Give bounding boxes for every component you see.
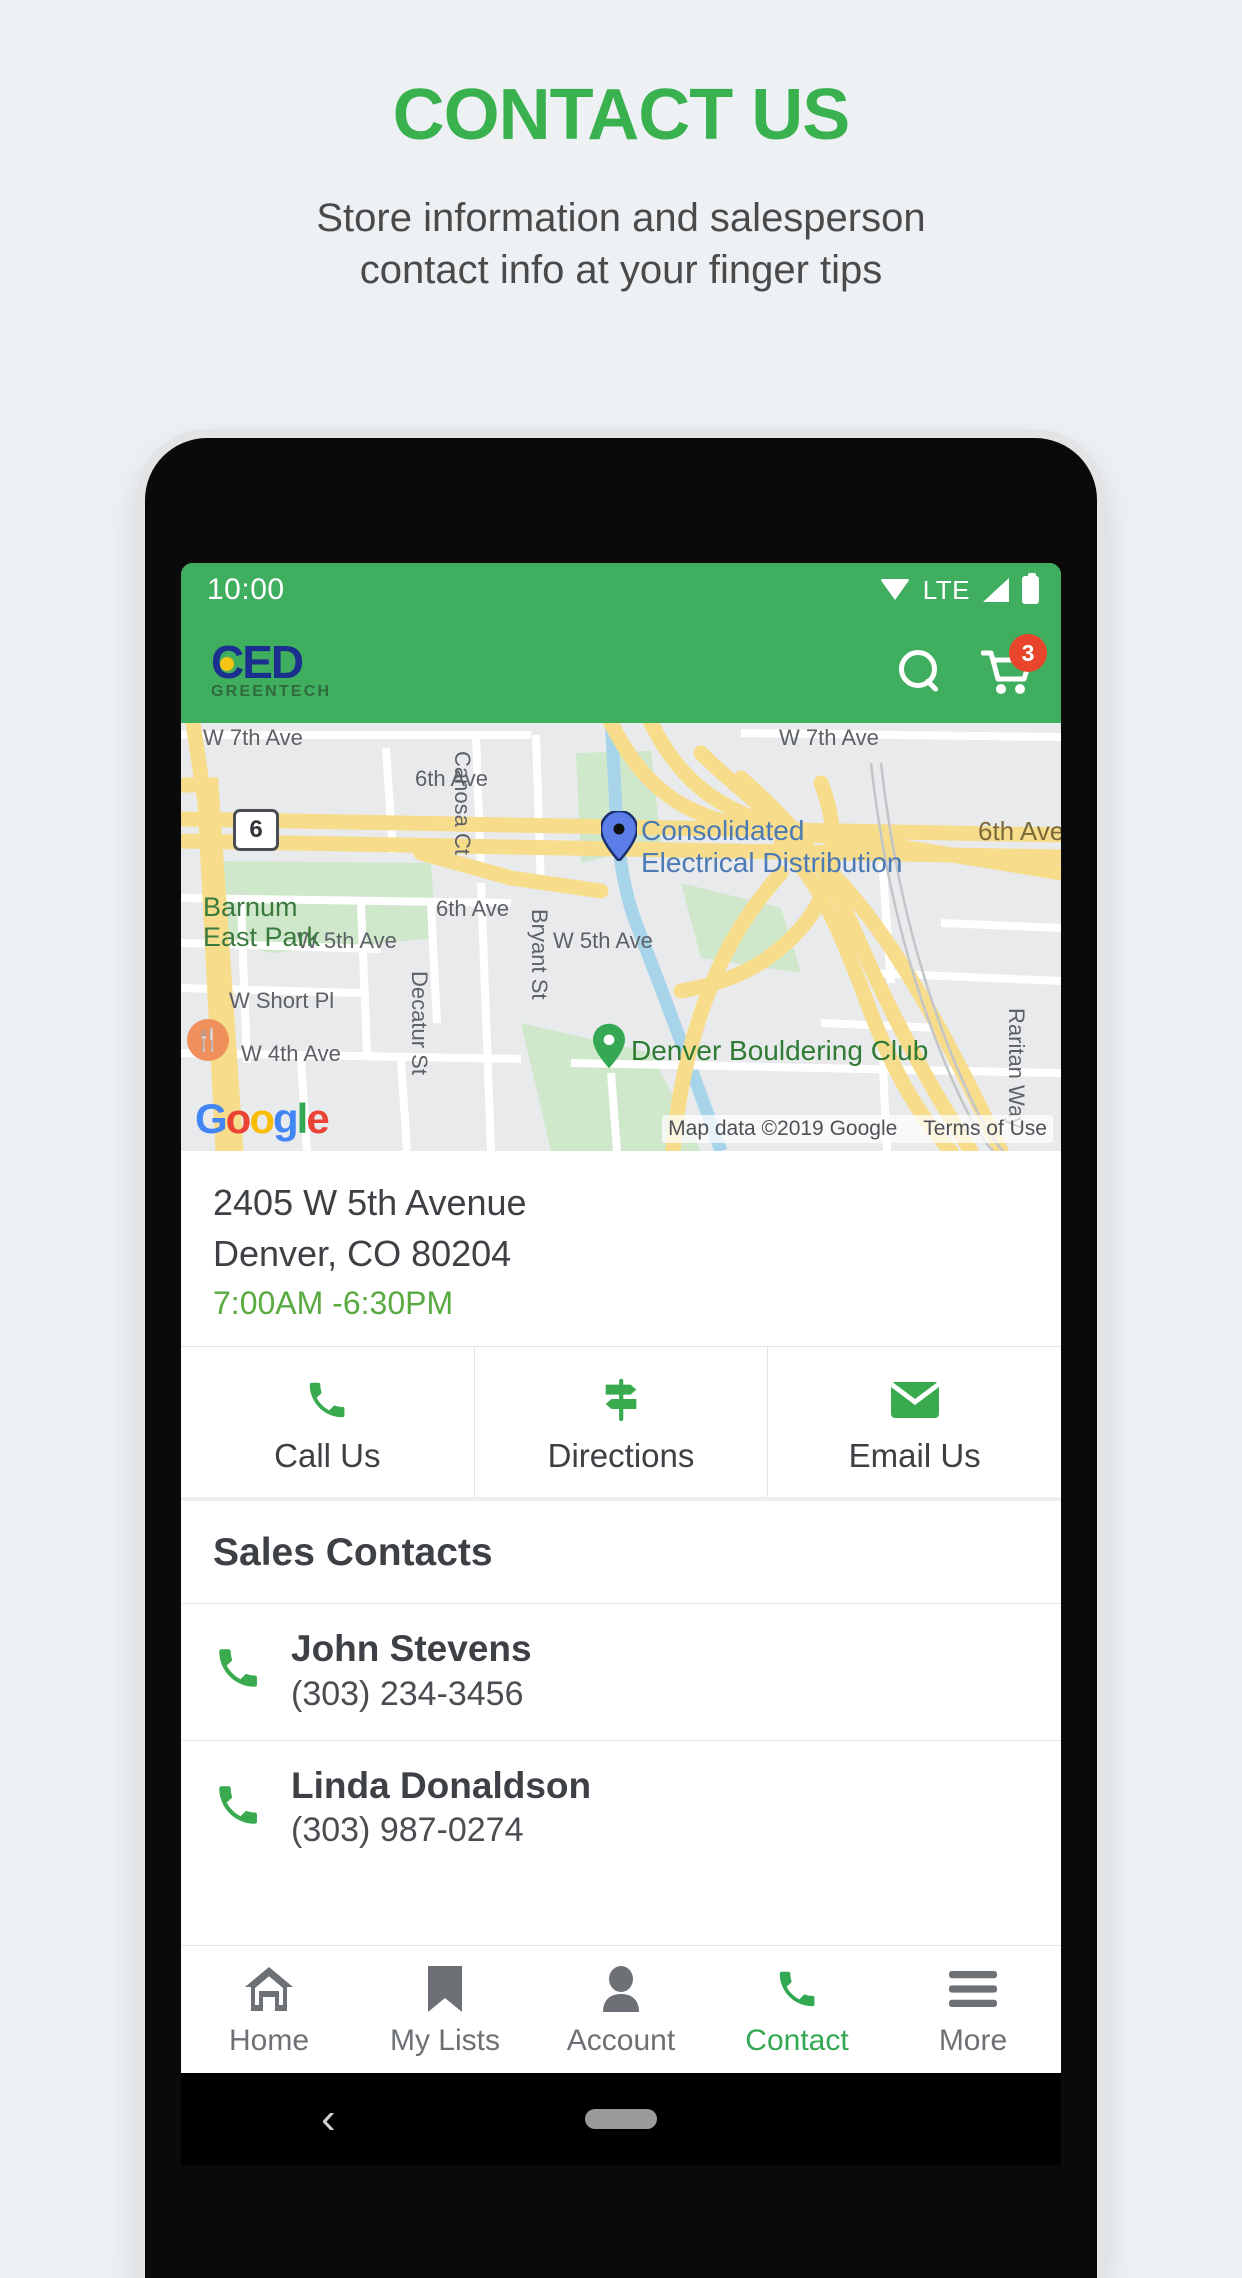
search-icon[interactable]	[897, 648, 941, 692]
directions-label: Directions	[547, 1437, 695, 1475]
app-bar: CED GREENTECH 3	[181, 617, 1061, 723]
status-bar: 10:00 LTE	[181, 563, 1061, 617]
contact-name: John Stevens	[291, 1628, 532, 1670]
address-line-1: 2405 W 5th Avenue	[213, 1182, 527, 1223]
map-pin-secondary-label: Denver Bouldering Club	[631, 1035, 929, 1066]
map-data-credit: Map data ©2019 Google	[668, 1117, 898, 1140]
person-icon	[533, 1962, 709, 2016]
contact-list-item[interactable]: Linda Donaldson (303) 987-0274	[181, 1739, 1061, 1877]
map-street-label: Raritan Way	[1004, 1008, 1029, 1129]
google-logo: Google	[195, 1095, 330, 1142]
signpost-icon	[475, 1373, 768, 1427]
phone-icon	[181, 1373, 474, 1427]
phone-icon	[213, 1643, 265, 1698]
page-title: CONTACT US	[392, 75, 851, 155]
highway-shield-icon: 6	[233, 809, 279, 851]
highway-shield-number: 6	[249, 816, 263, 843]
directions-button[interactable]: Directions	[475, 1347, 769, 1498]
bookmark-icon	[357, 1962, 533, 2016]
park-label-line-2: East Park	[203, 921, 321, 952]
map-view[interactable]: W 7th Ave W 7th Ave Canosa Ct 6th Ave 6t…	[181, 723, 1061, 1151]
map-park-label: Barnum East Park	[203, 892, 321, 952]
promo-header: CONTACT US Store information and salespe…	[0, 0, 1242, 296]
park-label-line-1: Barnum	[203, 892, 298, 922]
nav-item-my-lists[interactable]: My Lists	[357, 1962, 533, 2058]
logo-dot-icon	[220, 657, 234, 671]
home-pill-icon[interactable]	[585, 2109, 657, 2129]
map-street-label: 6th Ave	[978, 816, 1061, 846]
call-us-button[interactable]: Call Us	[181, 1347, 475, 1498]
map-street-label: Bryant St	[527, 909, 552, 1000]
back-chevron-icon[interactable]: ‹	[321, 2097, 336, 2141]
nav-item-home[interactable]: Home	[181, 1962, 357, 2058]
status-icons: LTE	[879, 573, 1039, 606]
signal-icon	[983, 578, 1009, 602]
contact-name: Linda Donaldson	[291, 1764, 592, 1806]
status-clock: 10:00	[207, 573, 285, 606]
subtitle-line-2: contact info at your finger tips	[359, 247, 883, 292]
page-subtitle: Store information and salesperson contac…	[0, 192, 1242, 296]
map-street-label: 6th Ave	[415, 766, 488, 791]
map-street-label: W 7th Ave	[779, 725, 879, 750]
network-type-label: LTE	[922, 574, 970, 605]
wifi-icon	[879, 579, 910, 601]
subtitle-line-1: Store information and salesperson	[316, 195, 926, 240]
store-hours: 7:00AM -6:30PM	[213, 1285, 454, 1322]
store-address-block: 2405 W 5th Avenue Denver, CO 80204 7:00A…	[181, 1151, 1061, 1346]
phone-icon	[213, 1780, 265, 1835]
nav-label-home: Home	[228, 2023, 310, 2057]
contact-list-item[interactable]: John Stevens (303) 234-3456	[181, 1603, 1061, 1740]
phone-icon	[709, 1962, 885, 2016]
map-street-label: W Short Pl	[229, 988, 335, 1013]
call-us-label: Call Us	[274, 1437, 381, 1475]
nav-label-more: More	[938, 2023, 1008, 2057]
phone-mockup: 10:00 LTE CED GREENTECH 3 W 7th Ave W 7t…	[145, 438, 1097, 2278]
nav-label-contact: Contact	[745, 2023, 849, 2057]
cart-badge-count: 3	[1009, 634, 1047, 672]
sales-contacts-heading: Sales Contacts	[213, 1531, 493, 1575]
envelope-icon	[768, 1373, 1061, 1427]
poi-label-line-2: Electrical Distribution	[641, 847, 903, 879]
terms-of-use-link[interactable]: Terms of Use	[923, 1117, 1047, 1141]
bottom-navigation: Home My Lists Account Contact More	[181, 1945, 1061, 2073]
contact-details: John Stevens (303) 234-3456	[291, 1628, 532, 1714]
address-line-2: Denver, CO 80204	[213, 1233, 512, 1275]
nav-label-account: Account	[566, 2023, 676, 2057]
quick-actions-row: Call Us Directions Email Us	[181, 1346, 1061, 1502]
poi-label-line-1: Consolidated	[641, 815, 805, 846]
email-us-button[interactable]: Email Us	[768, 1347, 1061, 1497]
nav-item-contact[interactable]: Contact	[709, 1962, 885, 2058]
nav-item-account[interactable]: Account	[533, 1962, 709, 2058]
hamburger-menu-icon	[885, 1962, 1061, 2016]
map-street-label: W 5th Ave	[553, 928, 653, 953]
map-pin-primary-icon[interactable]	[599, 809, 639, 863]
map-street-label: W 7th Ave	[203, 725, 303, 750]
contact-phone: (303) 234-3456	[291, 1674, 524, 1713]
map-attribution: Map data ©2019 Google Terms of Use	[662, 1115, 1053, 1143]
cart-button[interactable]: 3	[980, 634, 1047, 694]
map-street-label: W 4th Ave	[241, 1041, 341, 1066]
map-street-label: 6th Ave	[436, 896, 509, 921]
contact-details: Linda Donaldson (303) 987-0274	[291, 1765, 591, 1851]
battery-icon	[1022, 573, 1039, 604]
nav-label-my-lists: My Lists	[389, 2023, 500, 2057]
home-icon	[181, 1962, 357, 2016]
restaurant-poi-icon: 🍴	[187, 1019, 229, 1061]
app-bar-actions: 3	[897, 634, 1047, 694]
map-pin-primary-label: Consolidated Electrical Distribution	[641, 815, 902, 879]
nav-item-more[interactable]: More	[885, 1962, 1061, 2058]
app-logo[interactable]: CED GREENTECH	[211, 639, 361, 701]
map-street-label: Decatur St	[407, 971, 432, 1075]
phone-screen: 10:00 LTE CED GREENTECH 3 W 7th Ave W 7t…	[181, 563, 1061, 2073]
android-system-nav: ‹	[181, 2073, 1061, 2165]
map-pin-secondary-icon[interactable]	[593, 1023, 629, 1073]
email-us-label: Email Us	[848, 1437, 981, 1475]
contact-phone: (303) 987-0274	[291, 1811, 524, 1850]
